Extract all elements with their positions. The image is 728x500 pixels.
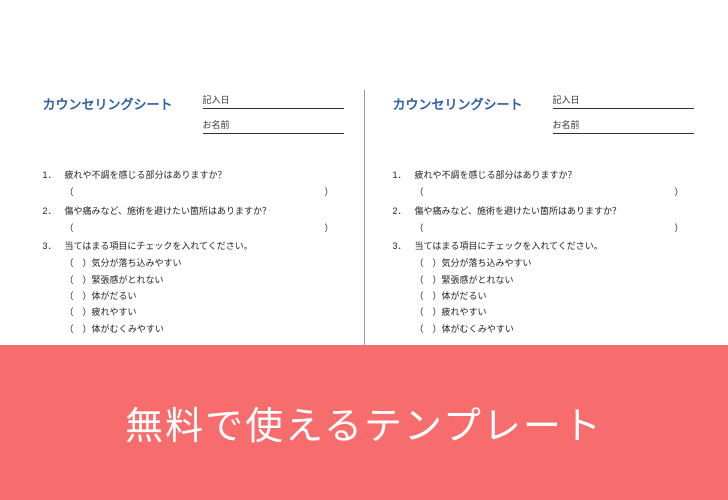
question-2: 2． 傷や痛みなど、施術を避けたい箇所はありますか？ [393, 204, 694, 219]
paren-open: （ [415, 185, 424, 200]
check-item-4: （ ）疲れやすい [415, 305, 694, 320]
q2-answer-line: （ ） [415, 221, 694, 236]
document-page-right: カウンセリングシート 記入日 お名前 1． 疲れや不調を感じる部分はありますか？ [364, 90, 714, 345]
date-label: 記入日 [553, 93, 593, 106]
paren-close: ） [674, 185, 693, 200]
check-item-5: （ ）体がむくみやすい [415, 322, 694, 337]
form-header: カウンセリングシート 記入日 お名前 [43, 90, 344, 140]
date-field: 記入日 [553, 90, 694, 109]
check-item-4: （ ）疲れやすい [65, 305, 344, 320]
check-item-1: （ ）気分が落ち込みやすい [415, 256, 694, 271]
questions-block: 1． 疲れや不調を感じる部分はありますか？ （ ） 2． 傷や痛みなど、施術を避… [43, 168, 344, 337]
form-title: カウンセリングシート [393, 90, 523, 113]
q3-number: 3． [43, 239, 65, 254]
name-line [593, 118, 694, 131]
q1-text: 疲れや不調を感じる部分はありますか？ [415, 168, 694, 183]
paren-open: （ [65, 185, 74, 200]
q1-number: 1． [393, 168, 415, 183]
q2-number: 2． [393, 204, 415, 219]
name-label: お名前 [553, 118, 593, 131]
q2-answer-line: （ ） [65, 221, 344, 236]
name-label: お名前 [203, 118, 243, 131]
question-3: 3． 当てはまる項目にチェックを入れてください。 [43, 239, 344, 254]
paren-close: ） [324, 185, 343, 200]
q1-number: 1． [43, 168, 65, 183]
date-field: 記入日 [203, 90, 344, 109]
form-title: カウンセリングシート [43, 90, 173, 113]
paren-close: ） [324, 221, 343, 236]
date-line [243, 93, 344, 106]
question-1: 1． 疲れや不調を感じる部分はありますか？ [43, 168, 344, 183]
check-item-2: （ ）緊張感がとれない [415, 273, 694, 288]
check-item-5: （ ）体がむくみやすい [65, 322, 344, 337]
q3-text: 当てはまる項目にチェックを入れてください。 [415, 239, 694, 254]
check-item-3: （ ）体がだるい [65, 289, 344, 304]
q3-number: 3． [393, 239, 415, 254]
banner-text: 無料で使えるテンプレート [125, 395, 603, 450]
paren-open: （ [415, 221, 424, 236]
q2-text: 傷や痛みなど、施術を避けたい箇所はありますか？ [415, 204, 694, 219]
document-preview-area: カウンセリングシート 記入日 お名前 1． 疲れや不調を感じる部分はありますか？ [0, 0, 728, 345]
header-fields: 記入日 お名前 [203, 90, 344, 140]
date-label: 記入日 [203, 93, 243, 106]
question-2: 2． 傷や痛みなど、施術を避けたい箇所はありますか？ [43, 204, 344, 219]
banner-area: 無料で使えるテンプレート [0, 345, 728, 500]
check-item-1: （ ）気分が落ち込みやすい [65, 256, 344, 271]
form-header: カウンセリングシート 記入日 お名前 [393, 90, 694, 140]
check-item-3: （ ）体がだるい [415, 289, 694, 304]
q2-text: 傷や痛みなど、施術を避けたい箇所はありますか？ [65, 204, 344, 219]
question-1: 1． 疲れや不調を感じる部分はありますか？ [393, 168, 694, 183]
paren-open: （ [65, 221, 74, 236]
name-field: お名前 [203, 115, 344, 134]
document-pair: カウンセリングシート 記入日 お名前 1． 疲れや不調を感じる部分はありますか？ [0, 90, 728, 345]
q1-answer-line: （ ） [65, 185, 344, 200]
q1-answer-line: （ ） [415, 185, 694, 200]
check-item-2: （ ）緊張感がとれない [65, 273, 344, 288]
date-line [593, 93, 694, 106]
name-field: お名前 [553, 115, 694, 134]
paren-close: ） [674, 221, 693, 236]
q1-text: 疲れや不調を感じる部分はありますか？ [65, 168, 344, 183]
name-line [243, 118, 344, 131]
questions-block: 1． 疲れや不調を感じる部分はありますか？ （ ） 2． 傷や痛みなど、施術を避… [393, 168, 694, 337]
header-fields: 記入日 お名前 [553, 90, 694, 140]
q3-text: 当てはまる項目にチェックを入れてください。 [65, 239, 344, 254]
question-3: 3． 当てはまる項目にチェックを入れてください。 [393, 239, 694, 254]
q2-number: 2． [43, 204, 65, 219]
document-page-left: カウンセリングシート 記入日 お名前 1． 疲れや不調を感じる部分はありますか？ [15, 90, 365, 345]
